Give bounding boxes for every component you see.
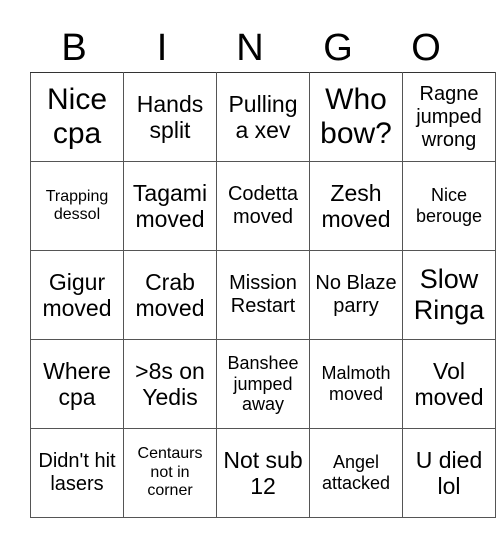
- bingo-cell[interactable]: Hands split: [123, 72, 217, 162]
- bingo-cell[interactable]: Tagami moved: [123, 161, 217, 251]
- bingo-cell[interactable]: Mission Restart: [216, 250, 310, 340]
- bingo-cell[interactable]: Slow Ringa: [402, 250, 496, 340]
- header-letter-g: G: [323, 27, 353, 69]
- grid-row: Nice cpa Hands split Pulling a xev Who b…: [30, 72, 496, 162]
- bingo-cell[interactable]: Centaurs not in corner: [123, 428, 217, 518]
- grid-row: Gigur moved Crab moved Mission Restart N…: [30, 250, 496, 340]
- bingo-cell[interactable]: Codetta moved: [216, 161, 310, 251]
- bingo-cell[interactable]: Where cpa: [30, 339, 124, 429]
- bingo-cell[interactable]: Gigur moved: [30, 250, 124, 340]
- header-letter-i: I: [156, 27, 168, 69]
- bingo-cell[interactable]: Didn't hit lasers: [30, 428, 124, 518]
- bingo-cell[interactable]: No Blaze parry: [309, 250, 403, 340]
- header-letter-n: N: [236, 27, 264, 69]
- bingo-cell[interactable]: Crab moved: [123, 250, 217, 340]
- bingo-cell[interactable]: Nice cpa: [30, 72, 124, 162]
- bingo-cell[interactable]: Who bow?: [309, 72, 403, 162]
- bingo-cell[interactable]: Zesh moved: [309, 161, 403, 251]
- grid-row: Where cpa >8s on Yedis Banshee jumped aw…: [30, 339, 496, 429]
- bingo-cell[interactable]: Malmoth moved: [309, 339, 403, 429]
- bingo-cell[interactable]: U died lol: [402, 428, 496, 518]
- bingo-cell[interactable]: Vol moved: [402, 339, 496, 429]
- bingo-cell[interactable]: Banshee jumped away: [216, 339, 310, 429]
- bingo-grid: Nice cpa Hands split Pulling a xev Who b…: [30, 72, 496, 518]
- header-letter-b: B: [61, 27, 87, 69]
- grid-row: Didn't hit lasers Centaurs not in corner…: [30, 428, 496, 518]
- grid-row: Trapping dessol Tagami moved Codetta mov…: [30, 161, 496, 251]
- bingo-cell[interactable]: Angel attacked: [309, 428, 403, 518]
- bingo-cell[interactable]: Ragne jumped wrong: [402, 72, 496, 162]
- header-letter-o: O: [411, 27, 441, 69]
- bingo-cell[interactable]: Not sub 12: [216, 428, 310, 518]
- bingo-cell[interactable]: Nice berouge: [402, 161, 496, 251]
- bingo-cell[interactable]: Trapping dessol: [30, 161, 124, 251]
- bingo-cell[interactable]: Pulling a xev: [216, 72, 310, 162]
- bingo-cell[interactable]: >8s on Yedis: [123, 339, 217, 429]
- bingo-header: B I N G O: [30, 26, 470, 70]
